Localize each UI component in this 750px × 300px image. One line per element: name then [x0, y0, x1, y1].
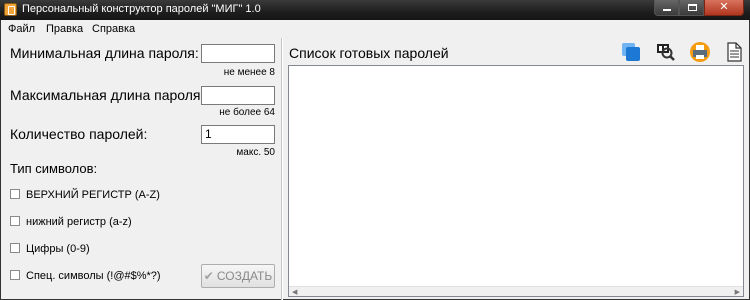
close-icon: ✕ — [719, 1, 729, 13]
document-icon[interactable] — [723, 41, 745, 63]
checkbox-digits[interactable]: Цифры (0-9) — [10, 243, 90, 255]
menu-edit[interactable]: Правка — [46, 23, 83, 35]
checkmark-icon: ✔ — [203, 269, 214, 283]
minimize-button[interactable] — [654, 0, 679, 16]
panel-divider — [281, 38, 283, 300]
copy-icon[interactable] — [620, 41, 642, 63]
password-list-title: Список готовых паролей — [289, 45, 449, 61]
title-bar[interactable]: Персональный конструктор паролей "МИГ" 1… — [0, 0, 750, 20]
count-stepper[interactable]: 1 ▲ ▼ — [201, 125, 473, 144]
max-length-input[interactable] — [201, 86, 275, 105]
char-types-label: Тип символов: — [10, 161, 98, 176]
checkbox-box[interactable] — [10, 270, 20, 280]
checkbox-digits-label: Цифры (0-9) — [26, 243, 90, 255]
create-button-label: СОЗДАТЬ — [216, 269, 273, 283]
maximize-button[interactable] — [679, 0, 704, 16]
checkbox-box[interactable] — [10, 216, 20, 226]
checkbox-special[interactable]: Спец. символы (!@#$%*?) — [10, 270, 161, 282]
password-list[interactable]: ◀ ▶ — [288, 65, 744, 297]
search-icon[interactable] — [654, 41, 676, 63]
window-title: Персональный конструктор паролей "МИГ" 1… — [22, 3, 261, 15]
menu-file[interactable]: Файл — [8, 23, 35, 35]
min-length-hint: не менее 8 — [223, 67, 275, 78]
checkbox-uppercase-label: ВЕРХНИЙ РЕГИСТР (A-Z) — [26, 189, 160, 201]
count-hint: макс. 50 — [236, 147, 275, 158]
create-button[interactable]: ✔ СОЗДАТЬ — [201, 264, 275, 288]
close-button[interactable]: ✕ — [704, 0, 744, 16]
menu-bar: Файл Правка Справка — [0, 20, 750, 38]
minimize-icon — [663, 9, 671, 11]
min-length-input[interactable] — [201, 44, 275, 63]
window-controls: ✕ — [654, 0, 744, 18]
checkbox-lowercase[interactable]: нижний регистр (a-z) — [10, 216, 132, 228]
scroll-left-icon[interactable]: ◀ — [292, 288, 297, 296]
password-list-content — [289, 66, 743, 72]
min-length-label: Минимальная длина пароля: — [10, 45, 199, 61]
app-icon — [4, 3, 17, 16]
checkbox-box[interactable] — [10, 243, 20, 253]
horizontal-scrollbar[interactable]: ◀ ▶ — [289, 286, 743, 296]
count-value: 1 — [205, 127, 212, 141]
max-length-label: Максимальная длина пароля: — [10, 87, 205, 103]
count-label: Количество паролей: — [10, 126, 148, 142]
checkbox-uppercase[interactable]: ВЕРХНИЙ РЕГИСТР (A-Z) — [10, 189, 160, 201]
checkbox-box[interactable] — [10, 189, 20, 199]
main-panel: Минимальная длина пароля: не менее 8 Мак… — [0, 38, 750, 300]
max-length-hint: не более 64 — [219, 107, 275, 118]
maximize-icon — [688, 4, 697, 11]
print-icon[interactable] — [689, 41, 711, 63]
menu-help[interactable]: Справка — [92, 23, 135, 35]
checkbox-lowercase-label: нижний регистр (a-z) — [26, 216, 132, 228]
scroll-right-icon[interactable]: ▶ — [735, 288, 740, 296]
checkbox-special-label: Спец. символы (!@#$%*?) — [26, 270, 161, 282]
